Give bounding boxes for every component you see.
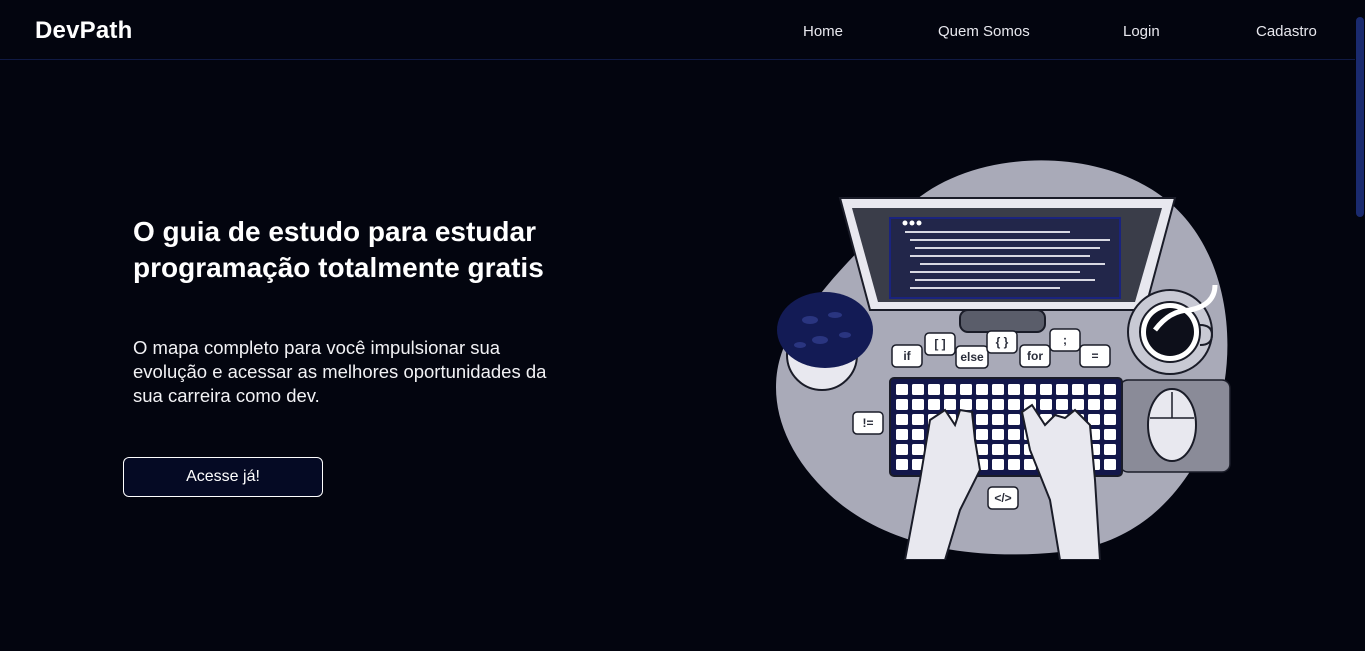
programming-illustration: if [ ] else { } for ; = != </> — [776, 160, 1231, 560]
keyboard-key — [912, 414, 924, 425]
keyboard-key — [1056, 384, 1068, 395]
svg-text:else: else — [960, 350, 984, 364]
keyboard-key — [1072, 384, 1084, 395]
code-bubble-else: else — [955, 345, 989, 369]
nav-link-quem-somos[interactable]: Quem Somos — [938, 23, 1030, 40]
nav-link-login[interactable]: Login — [1123, 23, 1160, 40]
svg-text:if: if — [903, 349, 911, 363]
keyboard-key — [1056, 399, 1068, 410]
keyboard-key — [992, 414, 1004, 425]
svg-text:;: ; — [1063, 333, 1067, 347]
logo[interactable]: DevPath — [35, 17, 132, 45]
hero-description: O mapa completo para você impulsionar su… — [133, 337, 547, 406]
keyboard-key — [960, 384, 972, 395]
top-navbar: DevPath Home Quem Somos Login Cadastro — [0, 0, 1355, 60]
keyboard-key — [1104, 444, 1116, 455]
code-bubble-brackets: [ ] — [924, 332, 956, 356]
keyboard-key — [1008, 399, 1020, 410]
keyboard-key — [992, 444, 1004, 455]
keyboard-key — [992, 459, 1004, 470]
keyboard-key — [960, 399, 972, 410]
landing-page: DevPath Home Quem Somos Login Cadastro O… — [0, 0, 1365, 651]
keyboard-key — [912, 399, 924, 410]
svg-text:=: = — [1091, 349, 1098, 363]
keyboard-key — [1008, 384, 1020, 395]
keyboard-key — [1088, 399, 1100, 410]
keyboard-key — [896, 444, 908, 455]
mouse — [1119, 379, 1231, 473]
keyboard-key — [896, 429, 908, 440]
code-bubble-semicolon: ; — [1049, 328, 1081, 352]
hero-title: O guia de estudo para estudar programaçã… — [133, 216, 544, 283]
cta-button[interactable]: Acesse já! — [123, 457, 323, 497]
keyboard-key — [976, 429, 988, 440]
svg-text:</>: </> — [994, 491, 1011, 505]
code-bubble-tag: </> — [987, 486, 1019, 510]
keyboard-key — [992, 384, 1004, 395]
keyboard-key — [896, 459, 908, 470]
code-bubble-if: if — [891, 344, 923, 368]
keyboard-key — [1104, 429, 1116, 440]
keyboard-key — [1008, 459, 1020, 470]
keyboard-key — [992, 429, 1004, 440]
keyboard-key — [992, 399, 1004, 410]
keyboard-key — [1088, 414, 1100, 425]
keyboard-key — [1008, 429, 1020, 440]
keyboard-key — [896, 399, 908, 410]
code-bubble-equals: = — [1079, 344, 1111, 368]
svg-text:for: for — [1027, 349, 1043, 363]
keyboard-key — [1104, 414, 1116, 425]
keyboard-key — [1024, 384, 1036, 395]
keyboard-key — [944, 399, 956, 410]
code-bubble-not-equals: != — [852, 411, 884, 435]
keyboard-key — [1040, 399, 1052, 410]
keyboard-key — [1088, 384, 1100, 395]
nav-link-home[interactable]: Home — [803, 23, 843, 40]
keyboard-key — [1072, 399, 1084, 410]
keyboard-key — [1104, 399, 1116, 410]
svg-text:[ ]: [ ] — [934, 337, 945, 351]
keyboard-key — [1008, 414, 1020, 425]
code-bubble-braces: { } — [986, 330, 1018, 354]
scrollbar[interactable] — [1355, 0, 1365, 651]
keyboard-key — [1104, 384, 1116, 395]
keyboard-key — [944, 384, 956, 395]
keyboard-key — [912, 429, 924, 440]
keyboard-key — [928, 399, 940, 410]
keyboard-key — [912, 444, 924, 455]
keyboard-key — [896, 414, 908, 425]
svg-text:!=: != — [862, 416, 873, 430]
keyboard-key — [976, 384, 988, 395]
keyboard-key — [896, 384, 908, 395]
keyboard-key — [1104, 459, 1116, 470]
keyboard-key — [976, 399, 988, 410]
scrollbar-thumb[interactable] — [1356, 17, 1364, 217]
svg-text:{ }: { } — [996, 335, 1009, 349]
keyboard-key — [912, 384, 924, 395]
keyboard-key — [928, 384, 940, 395]
keyboard-key — [976, 414, 988, 425]
nav-link-cadastro[interactable]: Cadastro — [1256, 23, 1317, 40]
keyboard-key — [1040, 384, 1052, 395]
keyboard-key — [1008, 444, 1020, 455]
code-bubble-for: for — [1019, 344, 1051, 368]
